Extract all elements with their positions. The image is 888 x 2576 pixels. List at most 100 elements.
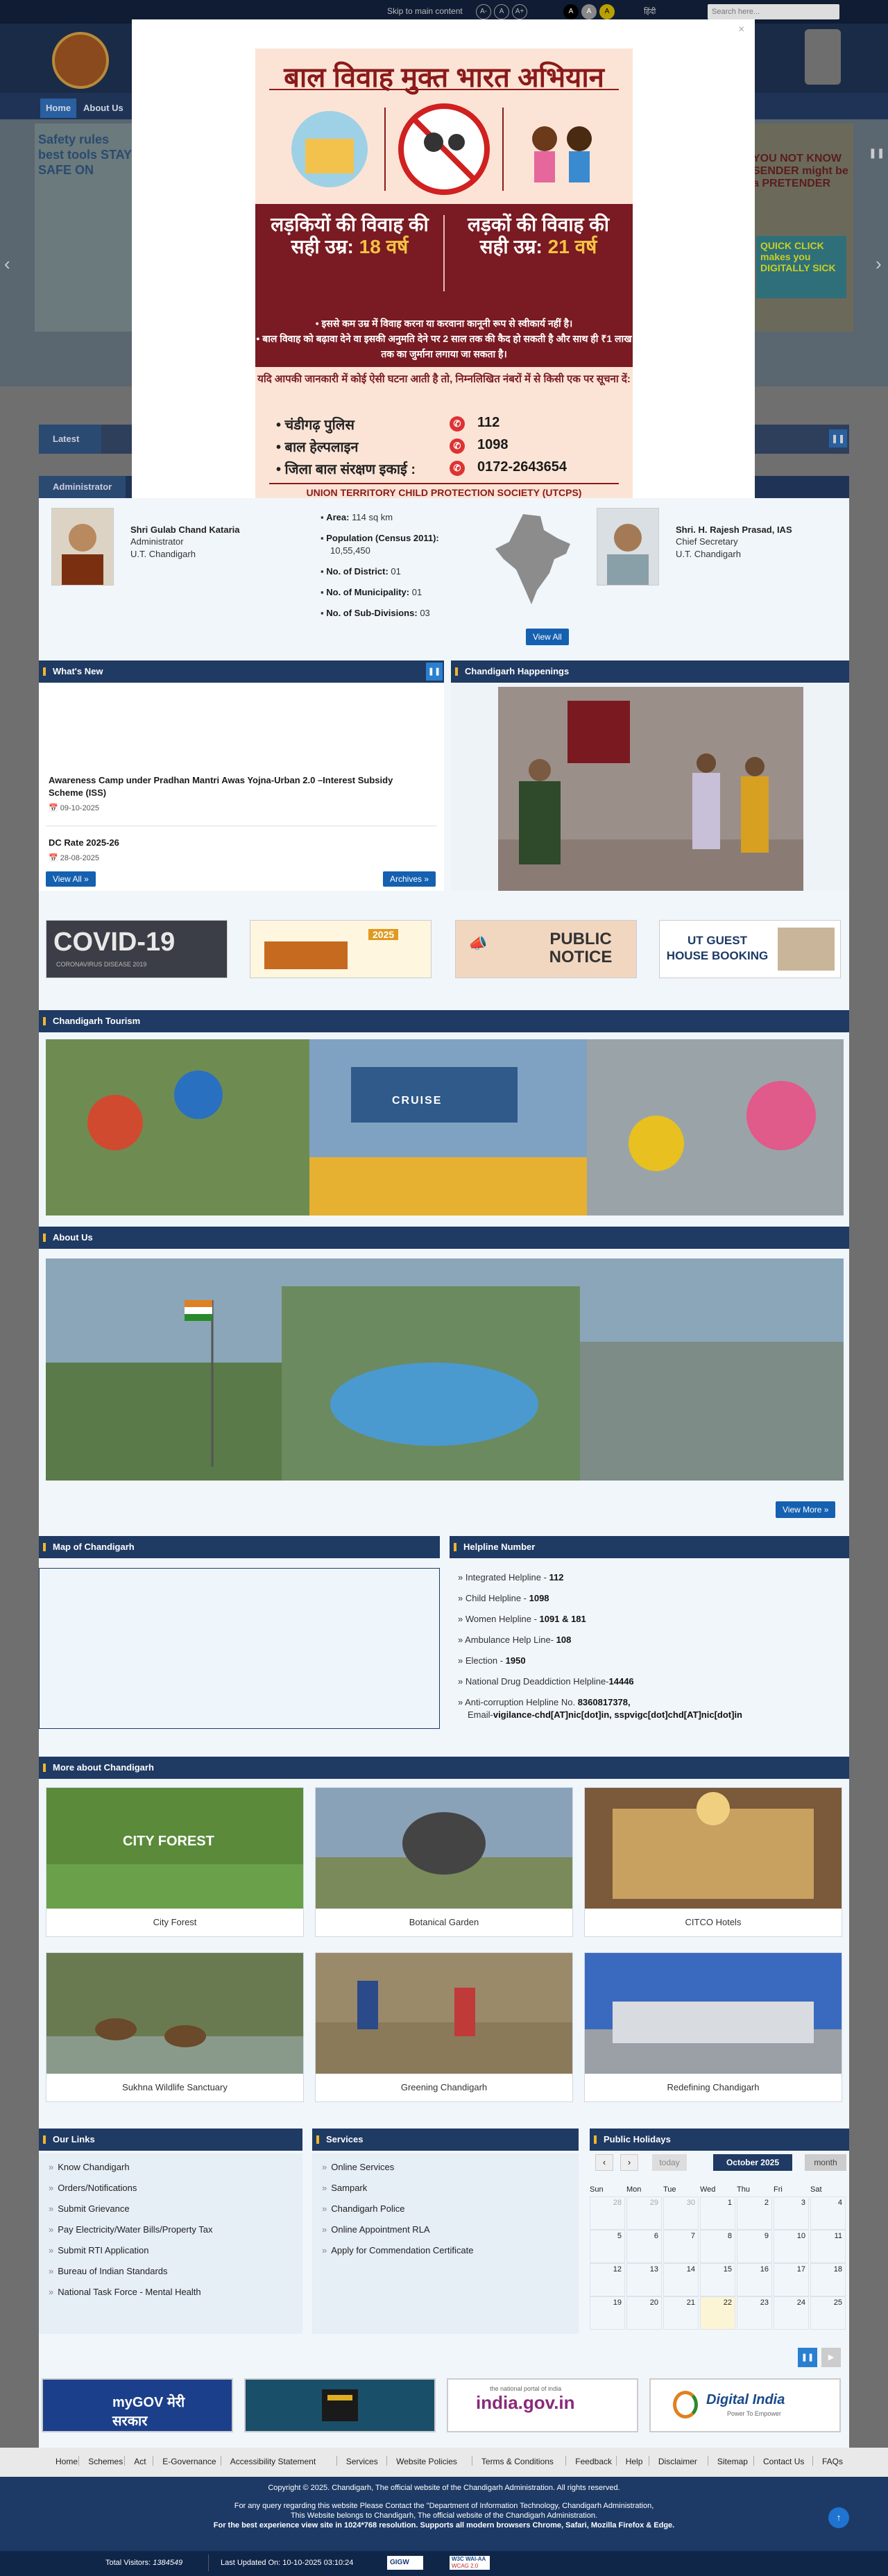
calendar-day[interactable]: 15 [700,2263,735,2296]
carousel-play-button[interactable]: ▶ [821,2348,841,2367]
footer-nav-link[interactable]: Services [346,2457,378,2466]
calendar-day[interactable]: 3 [774,2197,809,2230]
contrast-dark-button[interactable]: A [563,4,579,19]
calendar-day[interactable]: 18 [810,2263,846,2296]
banner-next-arrow[interactable]: › [876,253,882,275]
footer-nav-link[interactable]: Terms & Conditions [481,2457,554,2466]
carousel-pause-button[interactable]: ❚❚ [798,2348,817,2367]
calendar-day[interactable]: 4 [810,2197,846,2230]
nav-home[interactable]: Home [40,99,77,118]
w3c-badge[interactable]: W3C WAI-AA WCAG 2.0 [450,2556,490,2570]
voter-logo[interactable] [244,2378,436,2432]
whats-new-pause-button[interactable]: ❚❚ [426,663,443,681]
calendar-day[interactable]: 6 [626,2230,662,2263]
footer-nav-link[interactable]: FAQs [822,2457,843,2466]
footer-nav-link[interactable]: Help [626,2457,643,2466]
footer-nav-link[interactable]: Contact Us [763,2457,804,2466]
latest-pause-button[interactable]: ❚❚ [829,429,847,447]
services-item[interactable]: Sampark [322,2183,367,2193]
about-view-more-button[interactable]: View More » [776,1501,836,1518]
footer-nav-link[interactable]: Sitemap [717,2457,748,2466]
close-icon[interactable]: × [738,24,744,36]
calendar-day[interactable]: 19 [590,2296,625,2330]
calendar-today-button[interactable]: today [652,2154,687,2171]
footer-nav-link[interactable]: Disclaimer [658,2457,697,2466]
our-links-item[interactable]: Bureau of Indian Standards [49,2266,167,2276]
more-card-sukhna[interactable]: Sukhna Wildlife Sanctuary [46,1952,304,2102]
footer-nav-link[interactable]: Schemes [88,2457,123,2466]
whats-new-item[interactable]: Awareness Camp under Pradhan Mantri Awas… [49,774,409,799]
calendar-day[interactable]: 17 [774,2263,809,2296]
footer-nav-link[interactable]: Website Policies [396,2457,457,2466]
calendar-day[interactable]: 8 [700,2230,735,2263]
map-frame[interactable] [39,1568,440,1729]
font-increase-button[interactable]: A+ [512,4,527,19]
search-input[interactable]: Search here... [708,4,839,19]
our-links-item[interactable]: National Task Force - Mental Health [49,2287,200,2297]
calendar-day[interactable]: 5 [590,2230,625,2263]
public-notice-banner[interactable]: 📣 PUBLIC NOTICE [455,920,637,978]
services-item[interactable]: Online Appointment RLA [322,2224,429,2235]
calendar-day[interactable]: 23 [737,2296,772,2330]
digital-india-logo[interactable]: Digital India Power To Empower [649,2378,841,2432]
contrast-gray-button[interactable]: A [581,4,597,19]
footer-nav-link[interactable]: Home [56,2457,78,2466]
calendar-day[interactable]: 14 [663,2263,699,2296]
nav-about[interactable]: About Us [78,99,129,118]
calendar-day[interactable]: 22 [700,2296,735,2330]
calendar-day[interactable]: 2 [737,2197,772,2230]
language-toggle[interactable]: हिंदी [644,6,656,17]
footer-nav-link[interactable]: Act [134,2457,146,2466]
tourism-collage[interactable] [46,1039,844,1216]
font-decrease-button[interactable]: A- [476,4,491,19]
more-card-botanical[interactable]: Botanical Garden [315,1787,573,1937]
mygov-logo[interactable]: myGOV मेरी सरकार [42,2378,233,2432]
calendar-day[interactable]: 7 [663,2230,699,2263]
calendar-day[interactable]: 21 [663,2296,699,2330]
services-item[interactable]: Apply for Commendation Certificate [322,2245,473,2255]
calendar-day[interactable]: 1 [700,2197,735,2230]
gigw-badge[interactable]: GIGW [387,2556,423,2570]
happenings-photo[interactable] [498,687,803,891]
font-normal-button[interactable]: A [494,4,509,19]
guest-house-banner[interactable]: UT GUEST HOUSE BOOKING [659,920,841,978]
calendar-day[interactable]: 25 [810,2296,846,2330]
calendar-day[interactable]: 9 [737,2230,772,2263]
our-links-item[interactable]: Pay Electricity/Water Bills/Property Tax [49,2224,212,2235]
calendar-day[interactable]: 16 [737,2263,772,2296]
covid-banner[interactable]: COVID-19 CORONAVIRUS DISEASE 2019 [46,920,228,978]
calendar-day[interactable]: 30 [663,2197,699,2230]
chandigarh-logo[interactable] [52,32,109,89]
banner-prev-arrow[interactable]: ‹ [4,253,10,275]
admin-view-all-button[interactable]: View All [526,629,569,645]
calendar-day[interactable]: 10 [774,2230,809,2263]
contrast-yellow-button[interactable]: A [599,4,615,19]
footer-nav-link[interactable]: E-Governance [162,2457,216,2466]
our-links-item[interactable]: Orders/Notifications [49,2183,137,2193]
our-links-item[interactable]: Submit RTI Application [49,2245,148,2255]
banner-pause-icon[interactable]: ❚❚ [869,147,885,159]
more-card-greening[interactable]: Greening Chandigarh [315,1952,573,2102]
calendar-day[interactable]: 11 [810,2230,846,2263]
our-links-item[interactable]: Submit Grievance [49,2203,129,2214]
india-gov-logo[interactable]: india.gov.in the national portal of indi… [447,2378,638,2432]
calendar-next-button[interactable]: › [620,2154,638,2171]
calendar-day[interactable]: 29 [626,2197,662,2230]
services-item[interactable]: Chandigarh Police [322,2203,404,2214]
calendar-day[interactable]: 20 [626,2296,662,2330]
about-collage[interactable] [46,1259,844,1481]
scroll-top-icon[interactable]: ↑ [828,2507,849,2528]
our-links-item[interactable]: Know Chandigarh [49,2162,129,2172]
footer-nav-link[interactable]: Accessibility Statement [230,2457,316,2466]
skip-to-content-link[interactable]: Skip to main content [387,6,463,16]
calendar-day[interactable]: 28 [590,2197,625,2230]
more-card-city-forest[interactable]: CITY FOREST City Forest [46,1787,304,1937]
more-card-redefining[interactable]: Redefining Chandigarh [584,1952,842,2102]
calendar-prev-button[interactable]: ‹ [595,2154,613,2171]
calendar-view-button[interactable]: month [805,2154,846,2171]
whats-new-view-all-button[interactable]: View All » [46,871,96,887]
whats-new-archives-button[interactable]: Archives » [383,871,436,887]
calendar-day[interactable]: 12 [590,2263,625,2296]
whats-new-item[interactable]: DC Rate 2025-26 [49,837,119,849]
chandigarh-2025-banner[interactable]: 2025 [250,920,432,978]
